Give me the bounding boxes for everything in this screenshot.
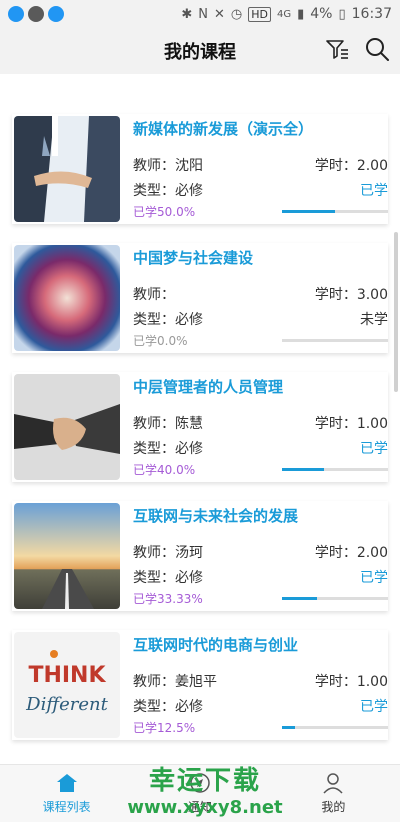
system-status: ✱ N ✕ ◷ HD 4G ▮ 4% ▯ 16:37 — [181, 6, 392, 22]
svg-text:THINK: THINK — [28, 663, 106, 688]
course-type: 类型：必修 — [133, 570, 203, 586]
battery-icon: ▯ — [338, 6, 346, 22]
progress-text: 已学0.0% — [133, 334, 188, 348]
course-type: 类型：必修 — [133, 699, 203, 715]
course-state: 已学 — [360, 699, 388, 715]
course-list[interactable]: 新媒体的新发展（演示全） 教师：沈阳 学时：2.00 类型：必修 已学 已学50… — [0, 74, 400, 764]
course-card[interactable]: 中国梦与社会建设 教师： 学时：3.00 类型：必修 未学 已学0.0% — [12, 243, 388, 372]
course-title[interactable]: 互联网与未来社会的发展 — [133, 505, 298, 526]
top-app-bar: 我的课程 — [0, 28, 400, 74]
scrollbar[interactable] — [394, 232, 398, 392]
course-state: 已学 — [360, 183, 388, 199]
course-teacher: 教师：姜旭平 — [133, 674, 217, 690]
course-teacher: 教师：沈阳 — [133, 158, 203, 174]
signal-icon: ▮ — [297, 6, 305, 22]
course-hours: 学时：1.00 — [314, 416, 388, 432]
progress-text: 已学12.5% — [133, 721, 196, 735]
tab-notice[interactable]: 通知 — [133, 765, 266, 822]
course-hours: 学时：1.00 — [314, 674, 388, 690]
compass-icon — [190, 773, 210, 793]
progress-text: 已学33.33% — [133, 592, 203, 606]
user-icon — [323, 773, 343, 794]
course-type: 类型：必修 — [133, 312, 203, 328]
tab-course-list[interactable]: 课程列表 — [0, 765, 133, 822]
course-card[interactable]: 互联网与未来社会的发展 教师：汤珂 学时：2.00 类型：必修 已学 已学33.… — [12, 501, 388, 630]
course-hours: 学时：3.00 — [314, 287, 388, 303]
course-teacher: 教师：陈慧 — [133, 416, 203, 432]
course-hours: 学时：2.00 — [314, 545, 388, 561]
network-type: 4G — [276, 8, 292, 20]
filter-icon[interactable] — [324, 36, 350, 62]
hd-badge: HD — [248, 6, 271, 22]
search-icon[interactable] — [364, 36, 390, 62]
course-title[interactable]: 互联网时代的电商与创业 — [133, 634, 298, 655]
course-state: 未学 — [360, 312, 388, 328]
mute-icon: ✕ — [213, 6, 225, 22]
alarm-icon: ◷ — [230, 6, 243, 22]
course-card[interactable]: THINK Different 互联网时代的电商与创业 教师：姜旭平 学时：1.… — [12, 630, 388, 759]
course-thumbnail — [14, 503, 120, 609]
course-thumbnail: THINK Different — [14, 632, 120, 738]
progress-bar-fill — [282, 726, 296, 729]
tab-mine[interactable]: 我的 — [267, 765, 400, 822]
course-thumbnail — [14, 245, 120, 351]
app-notification-icon — [8, 6, 24, 22]
course-card[interactable]: 中层管理者的人员管理 教师：陈慧 学时：1.00 类型：必修 已学 已学40.0… — [12, 372, 388, 501]
course-title[interactable]: 新媒体的新发展（演示全） — [133, 118, 313, 139]
course-type: 类型：必修 — [133, 183, 203, 199]
notification-icons — [8, 6, 64, 22]
tab-label: 课程列表 — [42, 800, 91, 814]
course-state: 已学 — [360, 441, 388, 457]
svg-text:Different: Different — [25, 694, 108, 715]
course-title[interactable]: 中层管理者的人员管理 — [133, 376, 283, 397]
tab-label: 通知 — [187, 800, 212, 814]
battery-level: 4% — [310, 6, 333, 22]
bluetooth-icon: ✱ — [181, 6, 193, 22]
course-card[interactable]: 新媒体的新发展（演示全） 教师：沈阳 学时：2.00 类型：必修 已学 已学50… — [12, 114, 388, 243]
home-icon — [56, 774, 77, 792]
clock: 16:37 — [351, 6, 392, 22]
course-hours: 学时：2.00 — [314, 158, 388, 174]
bottom-tab-bar: 课程列表 通知 我的 — [0, 764, 400, 822]
progress-bar — [282, 339, 388, 342]
progress-bar — [282, 210, 388, 213]
progress-text: 已学50.0% — [133, 205, 196, 219]
app-notification-icon — [28, 6, 44, 22]
nfc-icon: N — [198, 6, 208, 22]
course-thumbnail — [14, 116, 120, 222]
course-teacher: 教师：汤珂 — [133, 545, 203, 561]
progress-text: 已学40.0% — [133, 463, 196, 477]
course-thumbnail — [14, 374, 120, 480]
page-title: 我的课程 — [164, 42, 236, 63]
progress-bar-fill — [282, 597, 318, 600]
progress-bar-fill — [282, 468, 325, 471]
tab-label: 我的 — [321, 800, 346, 814]
status-bar: ✱ N ✕ ◷ HD 4G ▮ 4% ▯ 16:37 — [0, 0, 400, 28]
course-state: 已学 — [360, 570, 388, 586]
course-title[interactable]: 中国梦与社会建设 — [133, 247, 253, 268]
progress-bar — [282, 597, 388, 600]
progress-bar — [282, 468, 388, 471]
progress-bar — [282, 726, 388, 729]
course-teacher: 教师： — [133, 287, 175, 303]
course-type: 类型：必修 — [133, 441, 203, 457]
app-notification-icon — [48, 6, 64, 22]
progress-bar-fill — [282, 210, 335, 213]
